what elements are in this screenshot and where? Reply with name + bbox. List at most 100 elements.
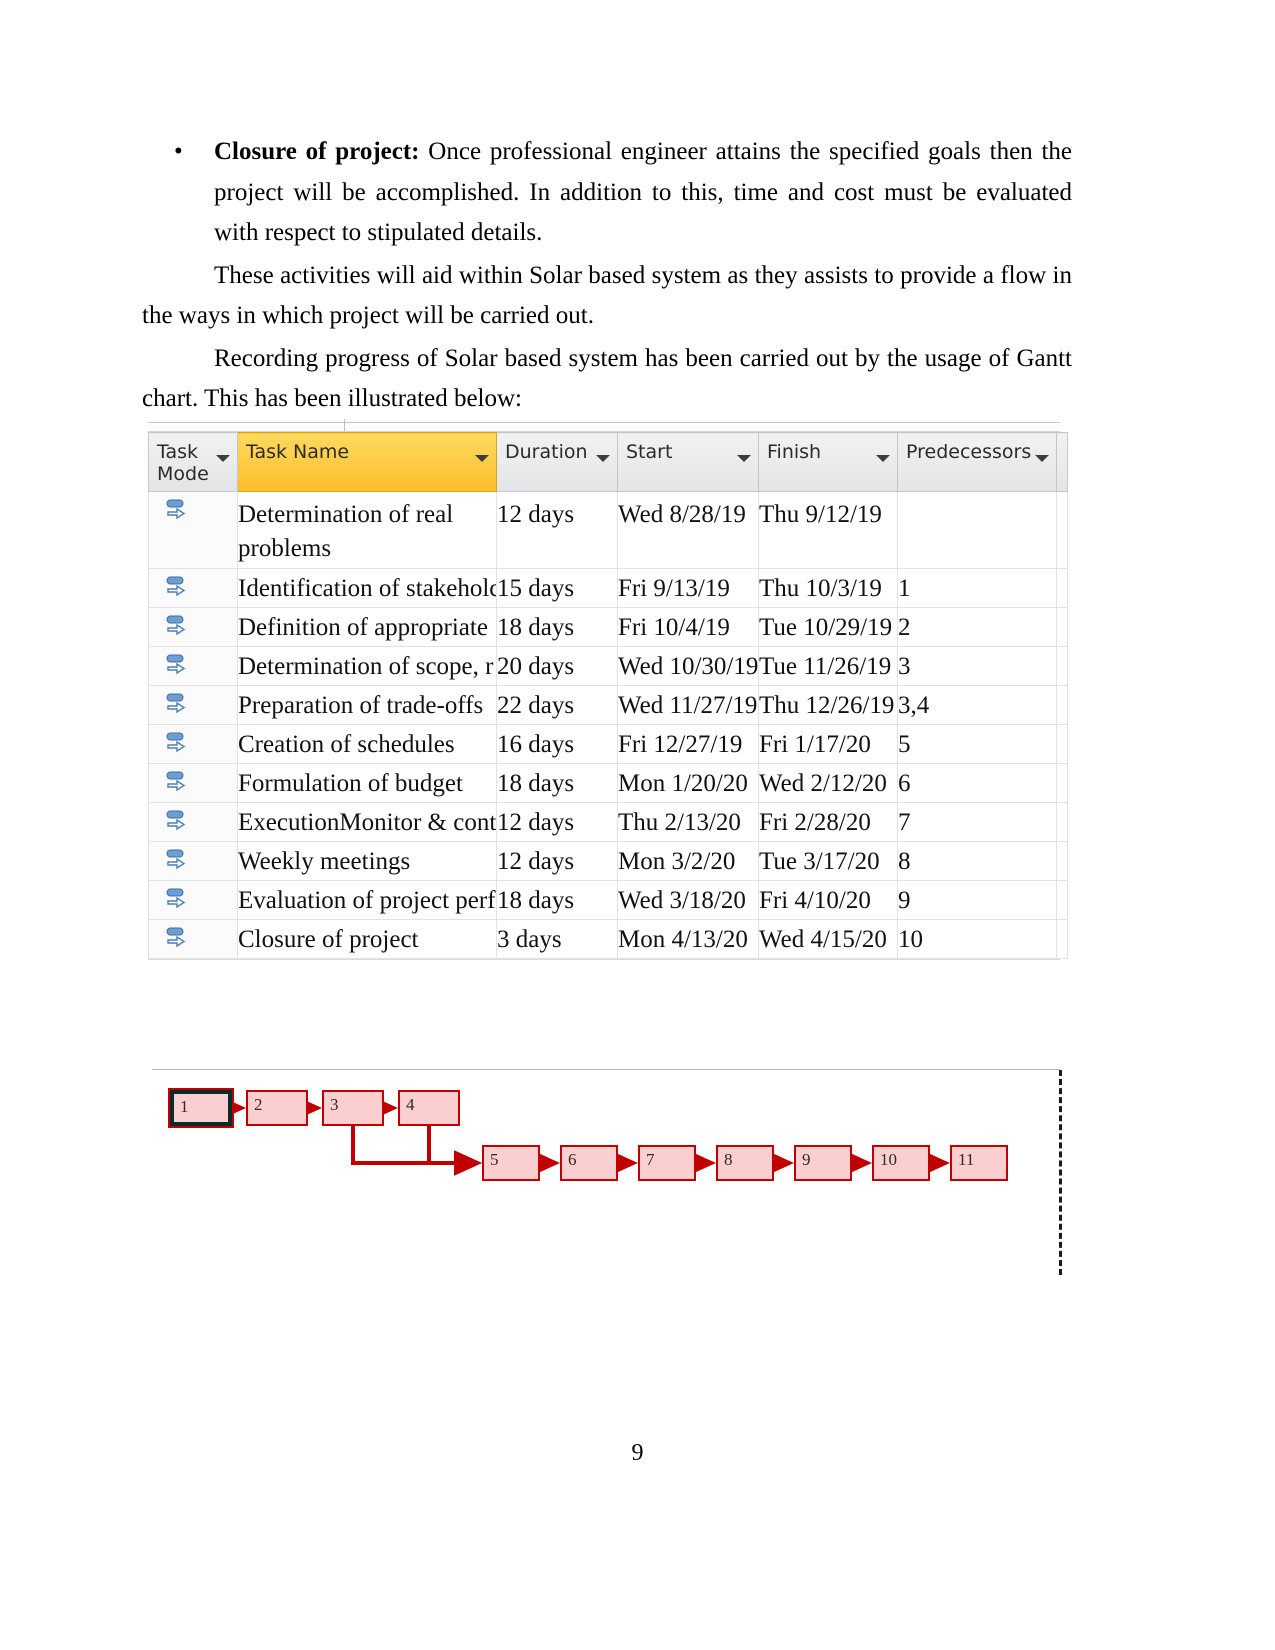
cell-task-mode[interactable] (148, 724, 238, 764)
cell-predecessors[interactable]: 6 (897, 763, 1057, 803)
cell-finish[interactable]: Tue 3/17/20 (758, 841, 898, 881)
cell-task-mode[interactable] (148, 607, 238, 647)
table-row[interactable]: ExecutionMonitor & cont 12 days Thu 2/13/2… (148, 802, 1068, 842)
cell-predecessors[interactable]: 1 (897, 568, 1057, 608)
cell-finish[interactable]: Wed 2/12/20 (758, 763, 898, 803)
cell-task-name[interactable]: Determination of real problems (237, 491, 497, 569)
cell-start[interactable]: Thu 2/13/20 (617, 802, 759, 842)
column-header-start[interactable]: Start (617, 432, 759, 492)
cell-task-mode[interactable] (148, 491, 238, 569)
cell-task-name[interactable]: Creation of schedules (237, 724, 497, 764)
cell-task-name[interactable]: ExecutionMonitor & cont (237, 802, 497, 842)
cell-predecessors[interactable]: 3 (897, 646, 1057, 686)
cell-start[interactable]: Mon 1/20/20 (617, 763, 759, 803)
cell-predecessors[interactable]: 8 (897, 841, 1057, 881)
network-node-11[interactable]: 11 (950, 1145, 1008, 1181)
column-header-predecessors[interactable]: Predecessors (897, 432, 1057, 492)
cell-finish[interactable]: Fri 4/10/20 (758, 880, 898, 920)
cell-start[interactable]: Mon 3/2/20 (617, 841, 759, 881)
network-node-9[interactable]: 9 (794, 1145, 852, 1181)
cell-predecessors[interactable]: 2 (897, 607, 1057, 647)
cell-task-mode[interactable] (148, 646, 238, 686)
cell-task-name[interactable]: Weekly meetings (237, 841, 497, 881)
filter-dropdown-icon[interactable] (596, 455, 610, 462)
table-row[interactable]: Determination of scope, r 20 days Wed 10/3… (148, 646, 1068, 686)
network-node-7[interactable]: 7 (638, 1145, 696, 1181)
cell-task-mode[interactable] (148, 568, 238, 608)
cell-finish[interactable]: Tue 11/26/19 (758, 646, 898, 686)
cell-start[interactable]: Fri 12/27/19 (617, 724, 759, 764)
cell-predecessors[interactable] (897, 491, 1057, 569)
cell-task-mode[interactable] (148, 802, 238, 842)
cell-task-name[interactable]: Definition of appropriate (237, 607, 497, 647)
cell-task-mode[interactable] (148, 880, 238, 920)
cell-finish[interactable]: Wed 4/15/20 (758, 919, 898, 959)
cell-task-name[interactable]: Evaluation of project perf (237, 880, 497, 920)
cell-predecessors[interactable]: 7 (897, 802, 1057, 842)
table-row[interactable]: Formulation of budget 18 days Mon 1/20/20 W… (148, 763, 1068, 803)
cell-duration[interactable]: 3 days (496, 919, 618, 959)
cell-duration[interactable]: 22 days (496, 685, 618, 725)
network-node-6[interactable]: 6 (560, 1145, 618, 1181)
cell-start[interactable]: Wed 10/30/19 (617, 646, 759, 686)
cell-task-mode[interactable] (148, 841, 238, 881)
cell-task-name[interactable]: Identification of stakeholc (237, 568, 497, 608)
table-row[interactable]: Preparation of trade-offs 22 days Wed 11/2… (148, 685, 1068, 725)
cell-task-name[interactable]: Determination of scope, r (237, 646, 497, 686)
cell-start[interactable]: Wed 11/27/19 (617, 685, 759, 725)
cell-start[interactable]: Wed 8/28/19 (617, 491, 759, 569)
cell-finish[interactable]: Fri 1/17/20 (758, 724, 898, 764)
cell-finish[interactable]: Thu 12/26/19 (758, 685, 898, 725)
cell-duration[interactable]: 18 days (496, 763, 618, 803)
table-row[interactable]: Creation of schedules 16 days Fri 12/27/19… (148, 724, 1068, 764)
network-node-8[interactable]: 8 (716, 1145, 774, 1181)
cell-start[interactable]: Fri 10/4/19 (617, 607, 759, 647)
filter-dropdown-icon[interactable] (475, 455, 489, 462)
column-header-task-mode[interactable]: Task Mode (148, 432, 238, 492)
cell-duration[interactable]: 18 days (496, 880, 618, 920)
cell-finish[interactable]: Thu 10/3/19 (758, 568, 898, 608)
cell-duration[interactable]: 20 days (496, 646, 618, 686)
cell-duration[interactable]: 18 days (496, 607, 618, 647)
network-node-2[interactable]: 2 (246, 1090, 308, 1126)
network-node-5[interactable]: 5 (482, 1145, 540, 1181)
network-node-4[interactable]: 4 (398, 1090, 460, 1126)
network-node-1[interactable]: 1 (168, 1088, 234, 1128)
cell-predecessors[interactable]: 10 (897, 919, 1057, 959)
network-node-3[interactable]: 3 (322, 1090, 384, 1126)
table-row[interactable]: Closure of project 3 days Mon 4/13/20 Wed 4… (148, 919, 1068, 959)
cell-start[interactable]: Wed 3/18/20 (617, 880, 759, 920)
cell-predecessors[interactable]: 5 (897, 724, 1057, 764)
table-row[interactable]: Determination of real problems 12 days Wed… (148, 491, 1068, 569)
cell-duration[interactable]: 16 days (496, 724, 618, 764)
cell-duration[interactable]: 12 days (496, 491, 618, 569)
cell-duration[interactable]: 15 days (496, 568, 618, 608)
table-row[interactable]: Weekly meetings 12 days Mon 3/2/20 Tue 3/17… (148, 841, 1068, 881)
filter-dropdown-icon[interactable] (216, 455, 230, 462)
filter-dropdown-icon[interactable] (876, 455, 890, 462)
filter-dropdown-icon[interactable] (737, 455, 751, 462)
cell-duration[interactable]: 12 days (496, 802, 618, 842)
column-header-duration[interactable]: Duration (496, 432, 618, 492)
cell-predecessors[interactable]: 3,4 (897, 685, 1057, 725)
cell-task-name[interactable]: Preparation of trade-offs (237, 685, 497, 725)
filter-dropdown-icon[interactable] (1035, 455, 1049, 462)
cell-finish[interactable]: Thu 9/12/19 (758, 491, 898, 569)
cell-predecessors[interactable]: 9 (897, 880, 1057, 920)
column-header-finish[interactable]: Finish (758, 432, 898, 492)
cell-duration[interactable]: 12 days (496, 841, 618, 881)
cell-task-mode[interactable] (148, 685, 238, 725)
cell-task-name[interactable]: Formulation of budget (237, 763, 497, 803)
cell-start[interactable]: Mon 4/13/20 (617, 919, 759, 959)
table-row[interactable]: Evaluation of project perf 18 days Wed 3/1… (148, 880, 1068, 920)
cell-finish[interactable]: Fri 2/28/20 (758, 802, 898, 842)
network-node-10[interactable]: 10 (872, 1145, 930, 1181)
cell-finish[interactable]: Tue 10/29/19 (758, 607, 898, 647)
cell-start[interactable]: Fri 9/13/19 (617, 568, 759, 608)
column-divider-handle[interactable] (344, 419, 345, 431)
table-row[interactable]: Identification of stakeholc 15 days Fri 9/… (148, 568, 1068, 608)
column-header-task-name[interactable]: Task Name (237, 432, 497, 492)
cell-task-mode[interactable] (148, 763, 238, 803)
cell-task-mode[interactable] (148, 919, 238, 959)
table-row[interactable]: Definition of appropriate 18 days Fri 10/4… (148, 607, 1068, 647)
